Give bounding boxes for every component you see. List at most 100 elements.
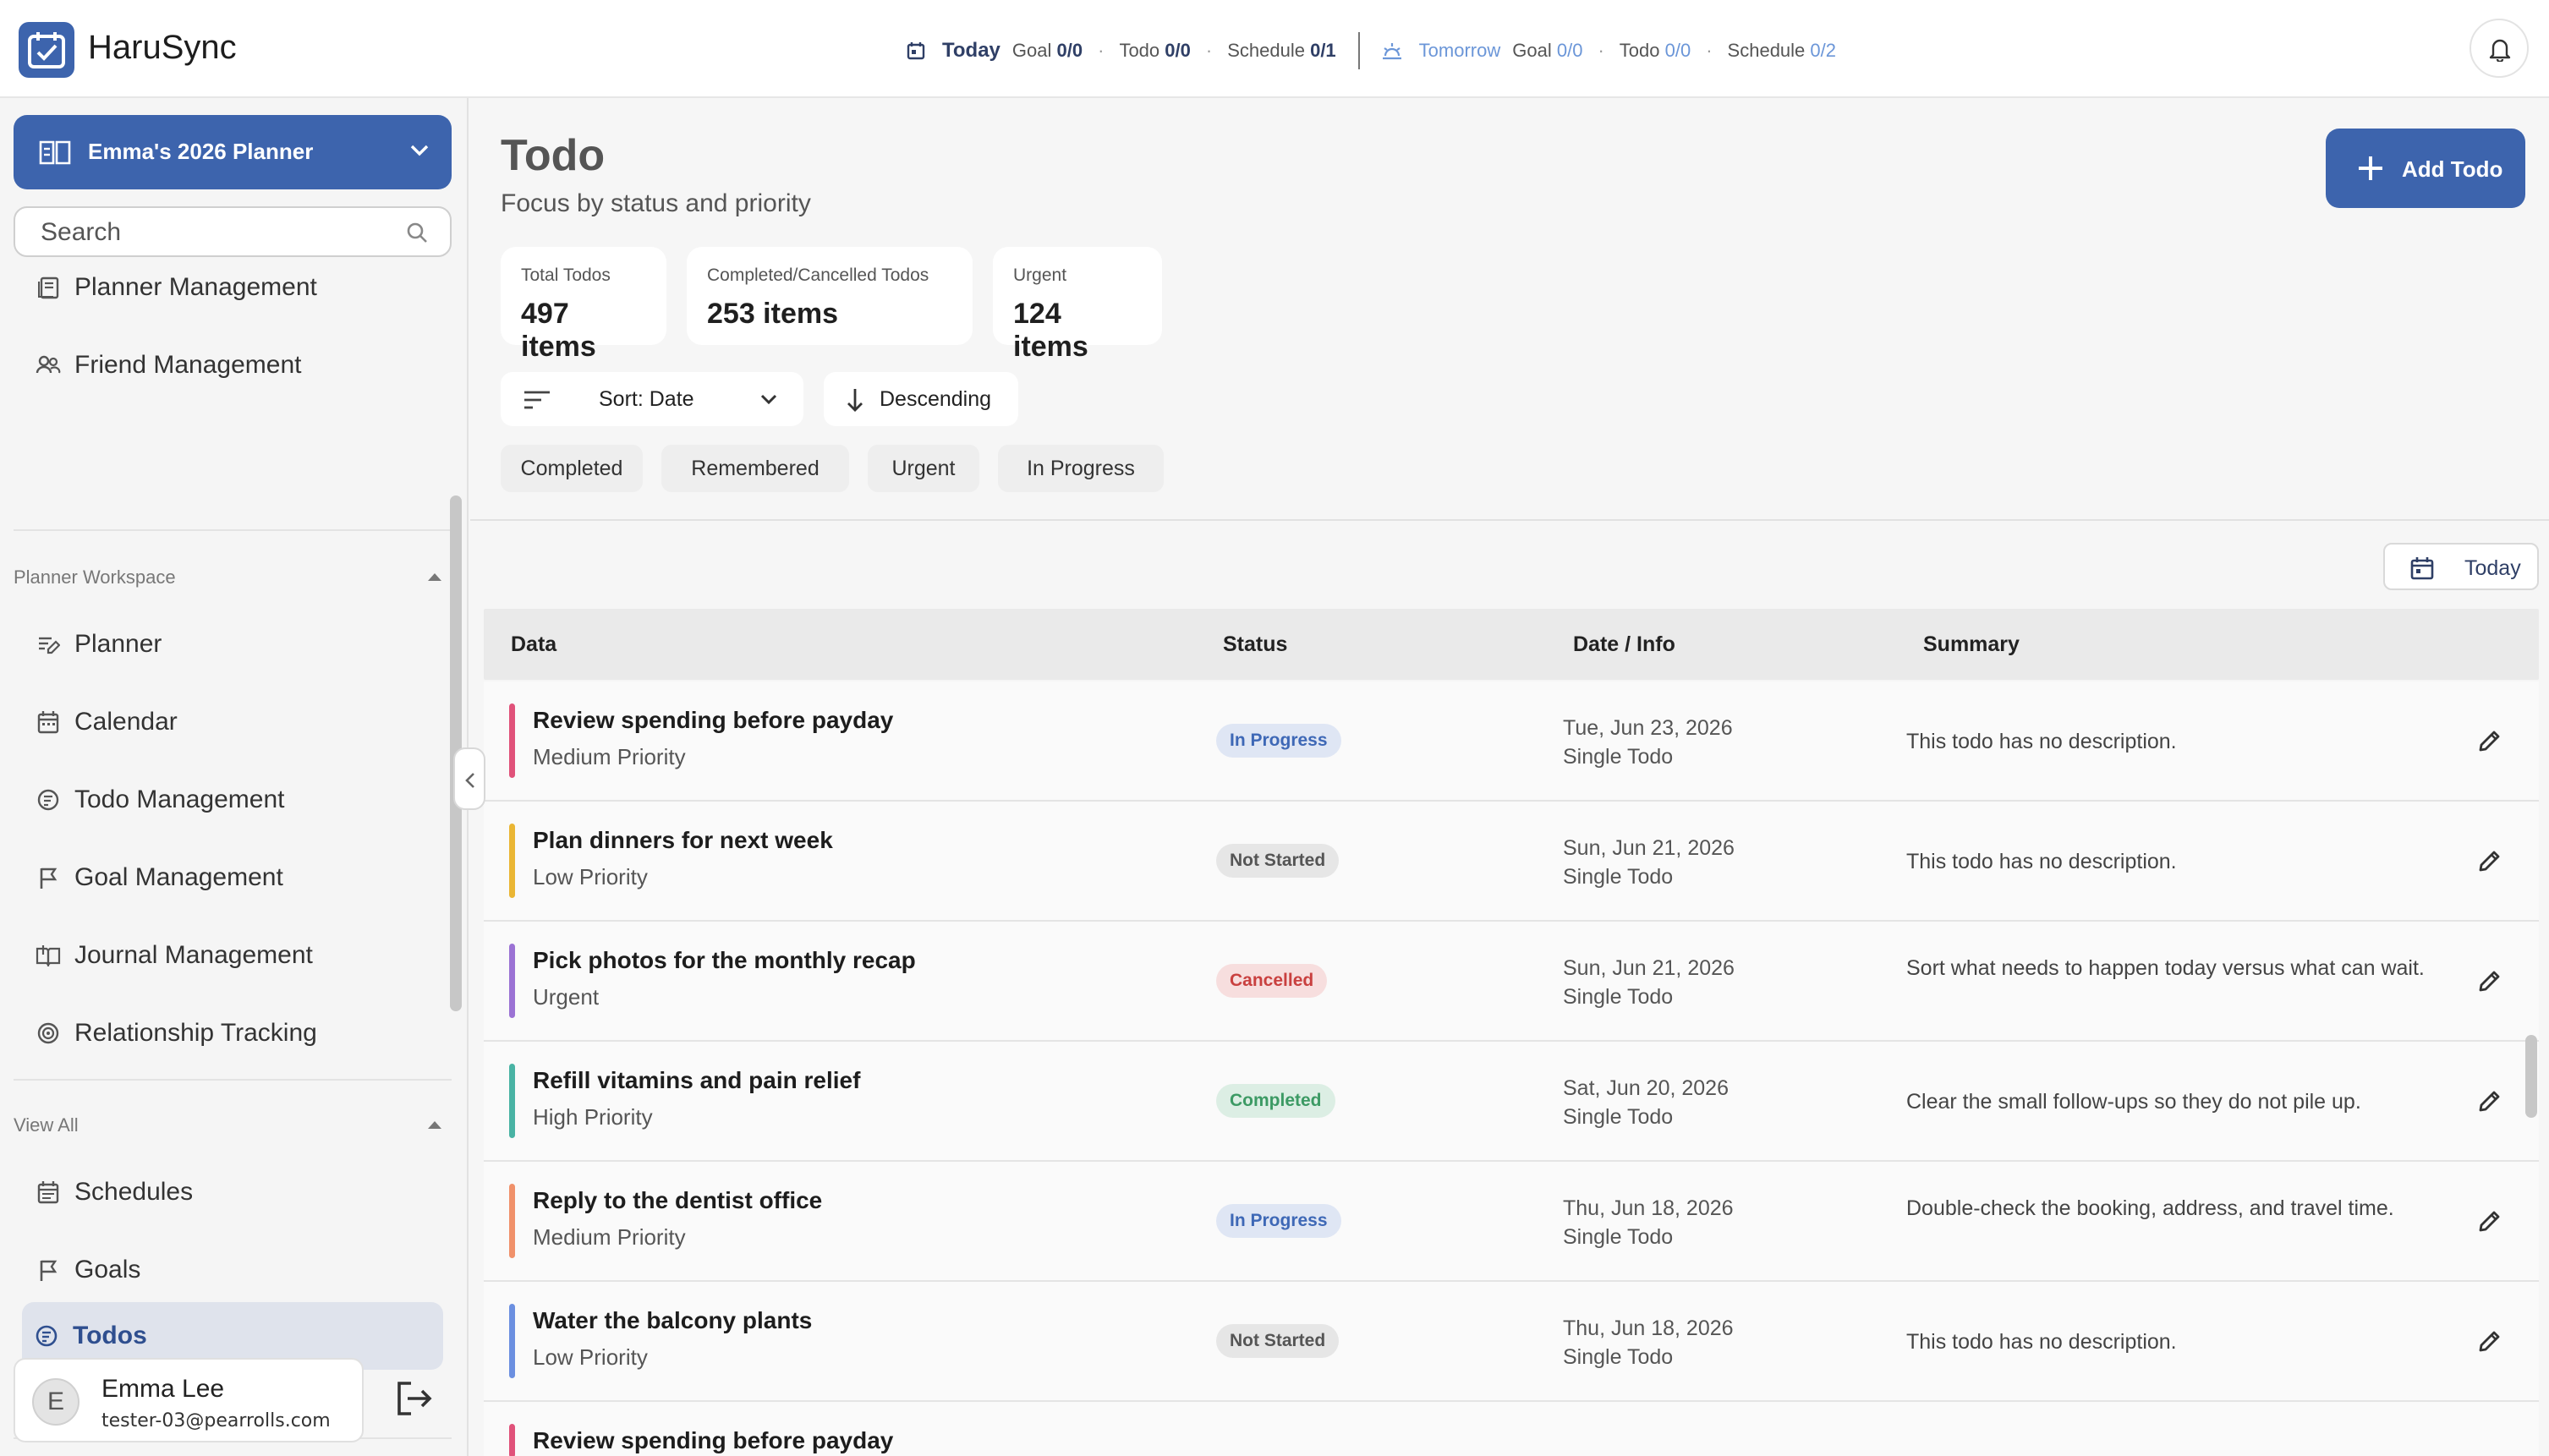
priority-color-bar bbox=[509, 1184, 515, 1258]
table-row[interactable]: Review spending before payday Medium Pri… bbox=[484, 681, 2539, 802]
pencil-icon[interactable] bbox=[2476, 1327, 2503, 1355]
status-badge: In Progress bbox=[1216, 724, 1341, 758]
top-header: HaruSync Today Goal 0/0 · Todo 0/0 · Sch… bbox=[0, 0, 2549, 98]
group-label-planner-workspace[interactable]: Planner Workspace bbox=[14, 567, 176, 588]
sidebar-item-goals[interactable]: Goals bbox=[22, 1236, 441, 1304]
sidebar-item-label: Friend Management bbox=[74, 351, 302, 379]
todo-title: Review spending before payday bbox=[533, 707, 894, 733]
chevron-left-icon bbox=[465, 773, 474, 788]
todo-date-info: Sun, Jun 21, 2026 Single Todo bbox=[1563, 956, 1735, 1009]
tomorrow-todo: Todo 0/0 bbox=[1619, 40, 1691, 61]
table-row[interactable]: Refill vitamins and pain relief High Pri… bbox=[484, 1042, 2539, 1162]
filter-chip-in-progress[interactable]: In Progress bbox=[998, 445, 1164, 492]
todo-date-info: Thu, Jun 18, 2026 Single Todo bbox=[1563, 1196, 1734, 1249]
priority-color-bar bbox=[509, 703, 515, 778]
sidebar-item-schedules[interactable]: Schedules bbox=[22, 1158, 441, 1226]
sidebar-nav: Planner Management Friend Management Pla… bbox=[0, 274, 469, 1449]
priority-color-bar bbox=[509, 1304, 515, 1378]
todo-priority: Urgent bbox=[533, 984, 600, 1010]
add-todo-button[interactable]: Add Todo bbox=[2326, 129, 2525, 208]
sort-select[interactable]: Sort: Date bbox=[501, 372, 803, 426]
search-input[interactable] bbox=[41, 216, 396, 249]
table-row[interactable]: Plan dinners for next week Low Priority … bbox=[484, 802, 2539, 922]
sidebar-item-goal-management[interactable]: Goal Management bbox=[22, 844, 441, 911]
table-row[interactable]: Reply to the dentist office Medium Prior… bbox=[484, 1162, 2539, 1282]
calendar-icon bbox=[36, 709, 61, 735]
stat-urgent: Urgent 124 items bbox=[993, 247, 1162, 363]
todo-summary: Clear the small follow-ups so they do no… bbox=[1906, 1090, 2361, 1114]
collapse-caret-icon[interactable] bbox=[428, 573, 441, 581]
main-content: Todo Focus by status and priority Add To… bbox=[470, 98, 2549, 1456]
calendar-icon bbox=[2410, 557, 2434, 580]
pencil-icon[interactable] bbox=[2476, 727, 2503, 754]
stat-completed-cancelled: Completed/Cancelled Todos 253 items bbox=[687, 247, 973, 345]
sidebar-item-calendar[interactable]: Calendar bbox=[22, 688, 441, 756]
sidebar-collapse-button[interactable] bbox=[453, 747, 485, 810]
column-header-data[interactable]: Data bbox=[511, 632, 556, 657]
priority-color-bar bbox=[509, 1064, 515, 1138]
today-button-label: Today bbox=[2464, 556, 2521, 580]
app-name: HaruSync bbox=[88, 29, 237, 66]
chevron-down-icon bbox=[410, 145, 429, 156]
status-badge: Completed bbox=[1216, 1084, 1335, 1118]
tomorrow-schedule: Schedule 0/2 bbox=[1727, 40, 1837, 61]
filter-chip-urgent[interactable]: Urgent bbox=[868, 445, 979, 492]
pencil-icon[interactable] bbox=[2476, 1207, 2503, 1234]
sidebar-item-journal-management[interactable]: Journal Management bbox=[22, 922, 441, 989]
tomorrow-label: Tomorrow bbox=[1418, 40, 1501, 61]
pencil-icon[interactable] bbox=[2476, 847, 2503, 874]
today-summary[interactable]: Today Goal 0/0 · Todo 0/0 · Schedule 0/1 bbox=[907, 39, 1336, 63]
notifications-button[interactable] bbox=[2470, 19, 2529, 78]
user-email: tester-03@pearrolls.com bbox=[101, 1410, 331, 1431]
table-header: Data Status Date / Info Summary bbox=[484, 609, 2539, 680]
sidebar-item-label: Planner bbox=[74, 630, 162, 658]
logout-button[interactable] bbox=[394, 1378, 441, 1426]
planner-name: Emma's 2026 Planner bbox=[88, 139, 314, 164]
search-field[interactable] bbox=[14, 206, 452, 257]
filter-chip-completed[interactable]: Completed bbox=[501, 445, 643, 492]
todo-summary: This todo has no description. bbox=[1906, 850, 2177, 873]
status-badge: Not Started bbox=[1216, 1324, 1340, 1358]
tomorrow-summary[interactable]: Tomorrow Goal 0/0 · Todo 0/0 · Schedule … bbox=[1382, 40, 1836, 62]
todo-priority: High Priority bbox=[533, 1104, 653, 1130]
sidebar-item-planner[interactable]: Planner bbox=[22, 610, 441, 678]
sidebar-item-relationship-tracking[interactable]: Relationship Tracking bbox=[22, 999, 441, 1067]
pencil-icon[interactable] bbox=[2476, 1087, 2503, 1114]
filter-chip-remembered[interactable]: Remembered bbox=[661, 445, 849, 492]
todo-date-info: Tue, Jun 23, 2026 Single Todo bbox=[1563, 716, 1733, 769]
table-row[interactable]: Pick photos for the monthly recap Urgent… bbox=[484, 922, 2539, 1042]
user-profile-card[interactable]: E Emma Lee tester-03@pearrolls.com bbox=[14, 1358, 364, 1442]
planner-selector[interactable]: Emma's 2026 Planner bbox=[14, 115, 452, 189]
sidebar-item-todo-management[interactable]: Todo Management bbox=[22, 766, 441, 834]
sidebar-item-label: Planner Management bbox=[74, 274, 317, 301]
table-row[interactable]: Water the balcony plants Low Priority No… bbox=[484, 1282, 2539, 1402]
today-button[interactable]: Today bbox=[2383, 543, 2539, 590]
pencil-icon[interactable] bbox=[2476, 967, 2503, 994]
flag-icon bbox=[36, 865, 61, 890]
today-todo: Todo 0/0 bbox=[1119, 40, 1191, 61]
today-label: Today bbox=[942, 39, 1000, 62]
app-logo-icon[interactable] bbox=[19, 22, 74, 78]
todo-priority: Low Priority bbox=[533, 864, 648, 889]
todo-date-info: Sun, Jun 21, 2026 Single Todo bbox=[1563, 836, 1735, 889]
sidebar-item-planner-management[interactable]: Planner Management bbox=[22, 274, 441, 321]
content-scrollbar[interactable] bbox=[2525, 1035, 2537, 1118]
group-label-view-all[interactable]: View All bbox=[14, 1114, 79, 1136]
table-row[interactable]: Review spending before payday bbox=[484, 1402, 2539, 1456]
sidebar-item-label: Todo Management bbox=[74, 785, 285, 813]
todo-priority: Low Priority bbox=[533, 1344, 648, 1370]
add-todo-label: Add Todo bbox=[2402, 156, 2503, 182]
logout-icon bbox=[397, 1382, 432, 1415]
sort-lines-icon bbox=[524, 391, 550, 409]
collapse-caret-icon[interactable] bbox=[428, 1121, 441, 1129]
priority-color-bar bbox=[509, 944, 515, 1018]
column-header-summary[interactable]: Summary bbox=[1923, 632, 2020, 657]
sunrise-icon bbox=[1382, 43, 1401, 60]
column-header-status[interactable]: Status bbox=[1223, 632, 1287, 657]
column-header-date[interactable]: Date / Info bbox=[1573, 632, 1675, 657]
sidebar-item-label: Journal Management bbox=[74, 941, 313, 969]
search-icon[interactable] bbox=[406, 222, 428, 244]
sidebar-item-friend-management[interactable]: Friend Management bbox=[22, 331, 441, 399]
sort-direction-button[interactable]: Descending bbox=[824, 372, 1018, 426]
page-title: Todo bbox=[501, 131, 606, 180]
